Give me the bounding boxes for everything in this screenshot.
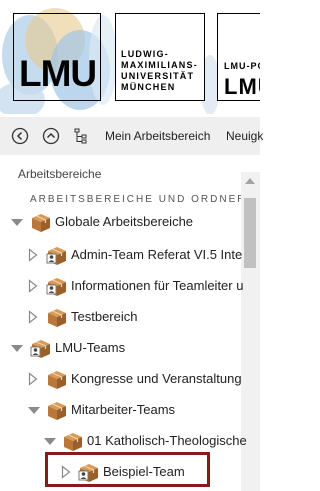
tree-item-label: Testbereich bbox=[71, 309, 138, 324]
tree-item-label: 01 Katholisch-Theologische bbox=[87, 433, 247, 448]
chevron-right-icon[interactable] bbox=[28, 279, 38, 298]
scroll-up-arrow-icon[interactable] bbox=[245, 178, 255, 184]
tree-item-label: Kongresse und Veranstaltung bbox=[71, 371, 242, 386]
package-user-icon bbox=[30, 340, 50, 358]
tree-item[interactable]: LMU-Teams bbox=[0, 336, 241, 362]
package-icon bbox=[48, 402, 66, 420]
chevron-right-icon[interactable] bbox=[28, 310, 38, 329]
tree-item-label: Admin-Team Referat VI.5 Inte bbox=[71, 247, 243, 262]
chevron-down-icon[interactable] bbox=[44, 438, 56, 445]
tree-item-label: Globale Arbeitsbereiche bbox=[55, 214, 194, 229]
package-user-icon bbox=[46, 247, 66, 265]
scrollbar-thumb[interactable] bbox=[244, 198, 256, 268]
tree-item[interactable]: Kongresse und Veranstaltung bbox=[0, 367, 242, 393]
chevron-right-icon[interactable] bbox=[28, 372, 38, 391]
package-user-icon bbox=[46, 278, 66, 296]
package-icon bbox=[32, 214, 50, 232]
package-icon bbox=[48, 371, 66, 389]
tree-item-label: Informationen für Teamleiter u bbox=[71, 278, 244, 293]
chevron-down-icon[interactable] bbox=[11, 345, 23, 352]
tree-item-label: LMU-Teams bbox=[55, 340, 126, 355]
tree-item[interactable]: Informationen für Teamleiter u bbox=[0, 274, 244, 300]
workspace-tree: Globale Arbeitsbereiche Admin-Team Refera… bbox=[0, 0, 247, 491]
tree-item-label: Mitarbeiter-Teams bbox=[71, 402, 176, 417]
tree-item[interactable]: Admin-Team Referat VI.5 Inte bbox=[0, 243, 243, 269]
package-icon bbox=[64, 433, 82, 451]
selection-highlight bbox=[45, 452, 210, 487]
tree-item[interactable]: Globale Arbeitsbereiche bbox=[0, 210, 241, 236]
chevron-right-icon[interactable] bbox=[28, 248, 38, 267]
package-icon bbox=[48, 309, 66, 327]
tree-item[interactable]: Mitarbeiter-Teams bbox=[0, 398, 241, 424]
chevron-down-icon[interactable] bbox=[11, 219, 23, 226]
chevron-down-icon[interactable] bbox=[28, 407, 40, 414]
tree-item[interactable]: Testbereich bbox=[0, 305, 241, 331]
